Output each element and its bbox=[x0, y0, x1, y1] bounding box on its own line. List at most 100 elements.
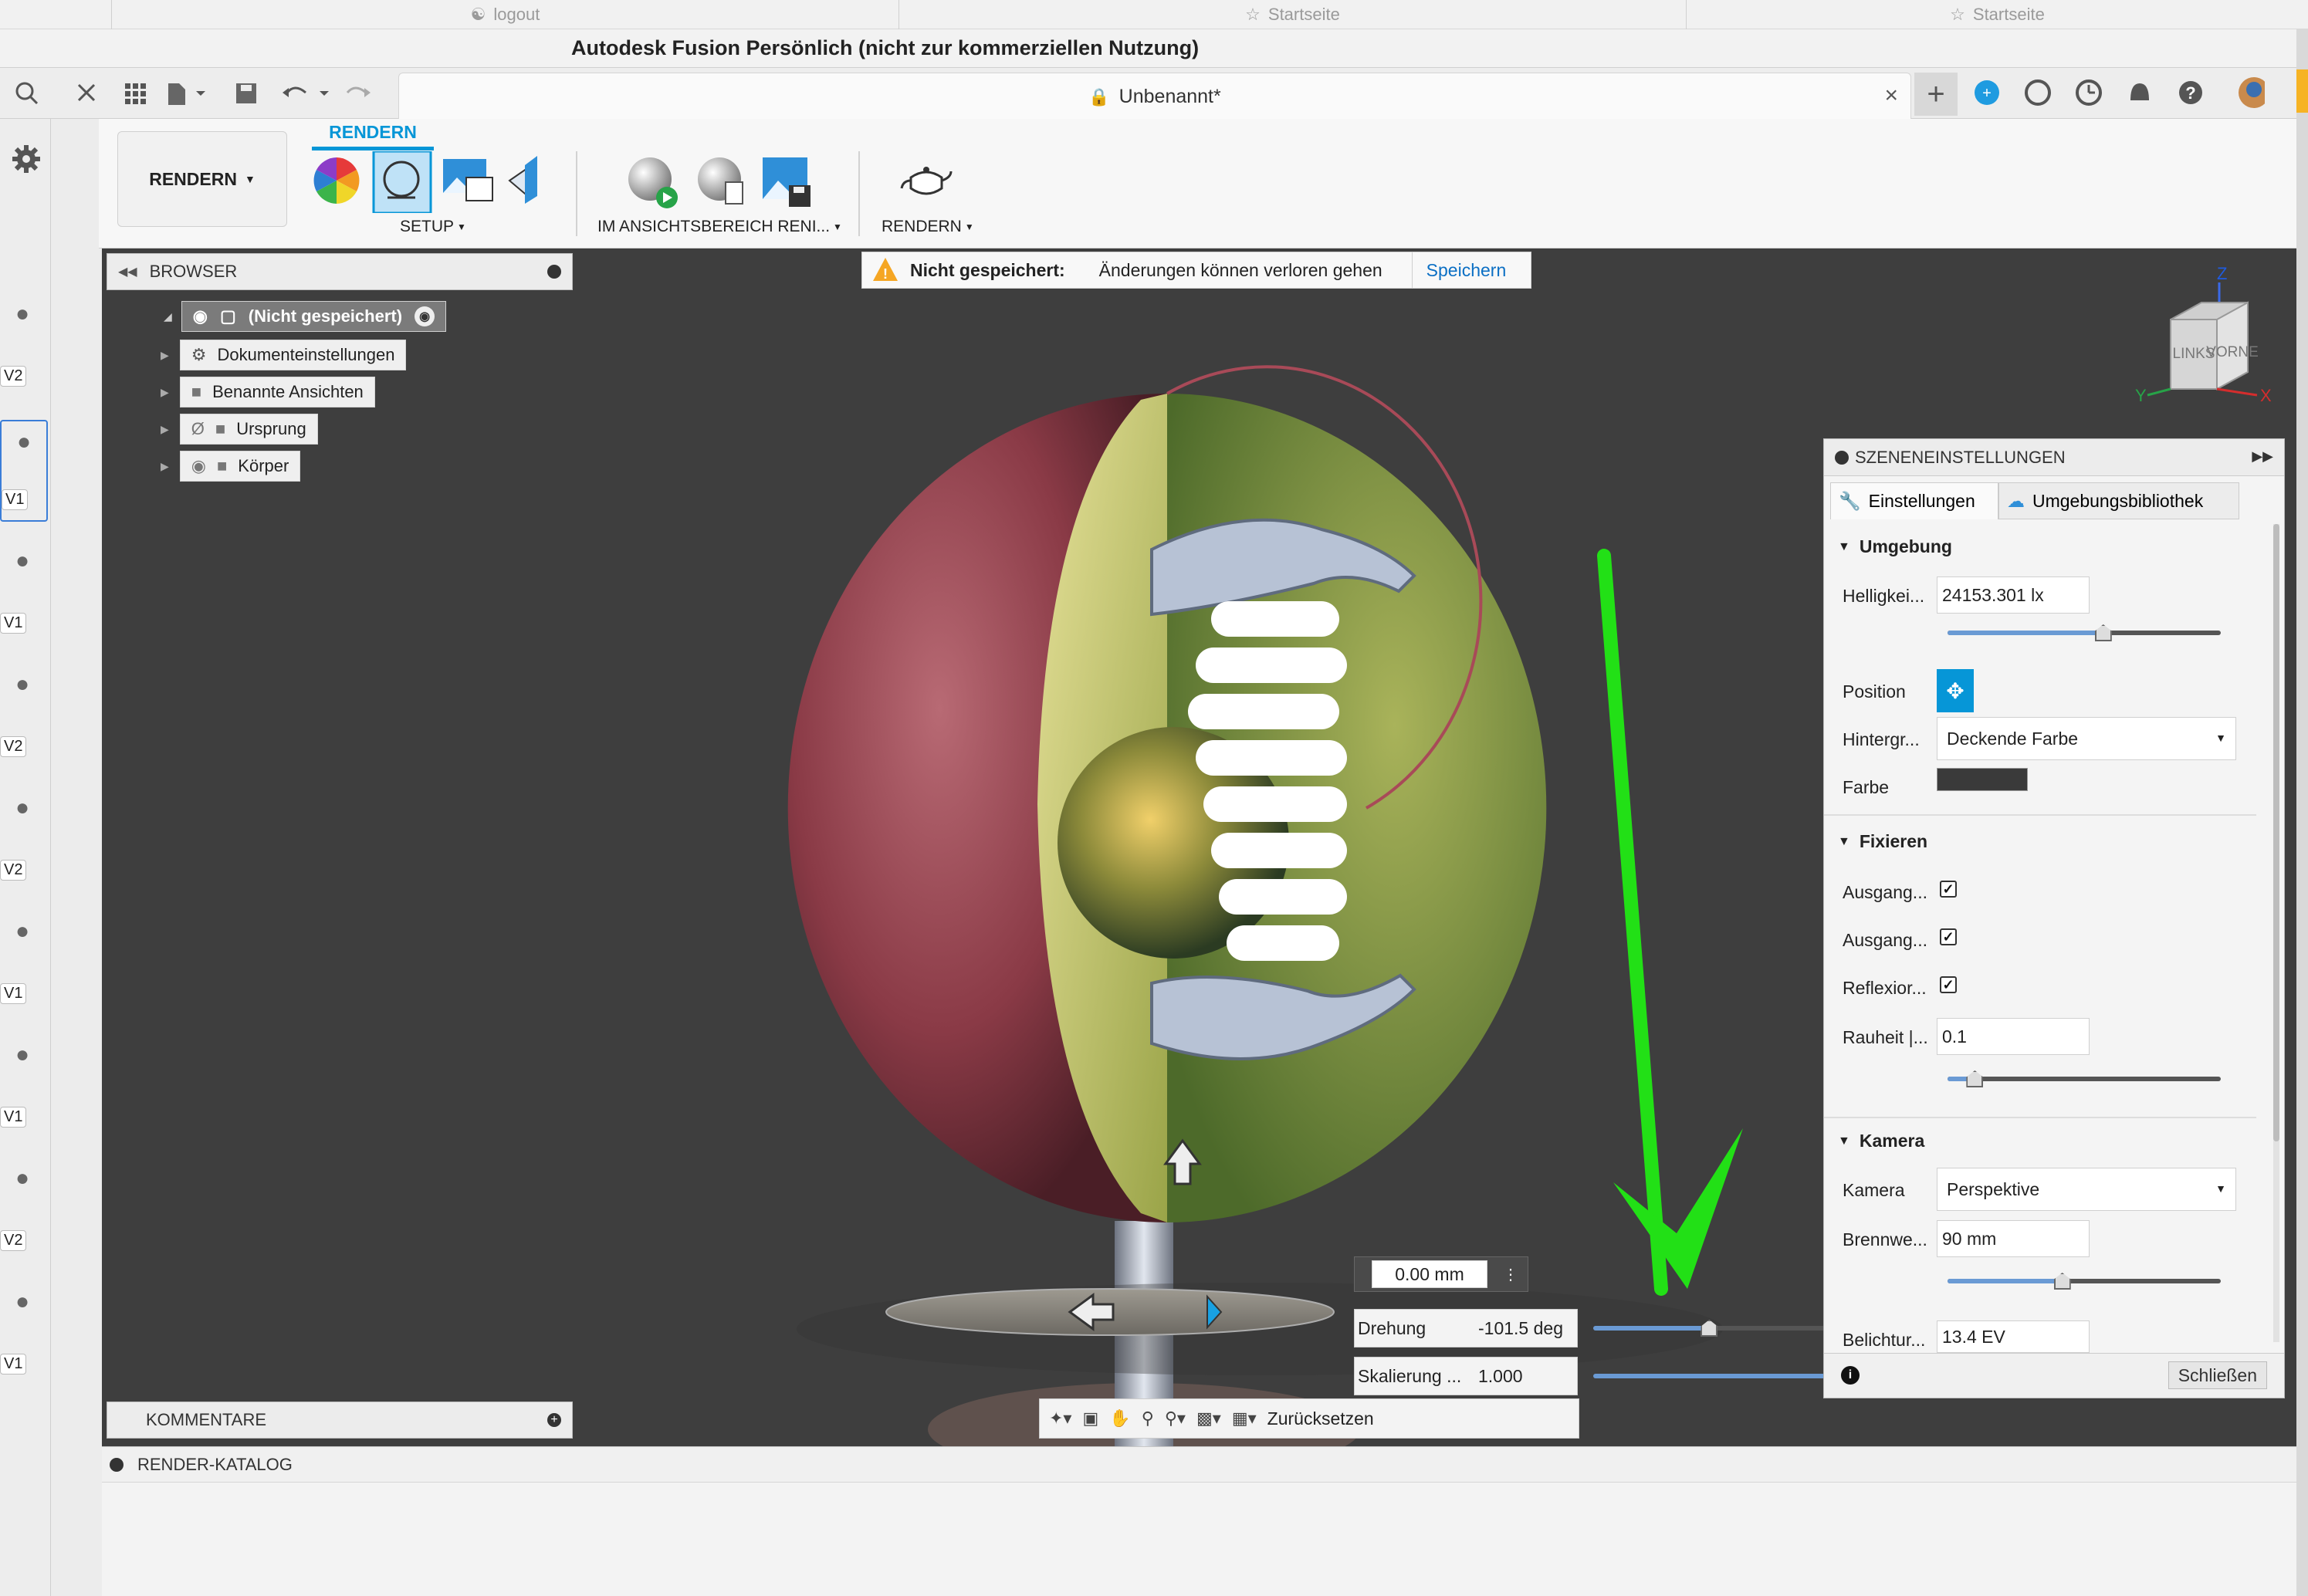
look-at-icon[interactable]: ▣ bbox=[1082, 1408, 1098, 1429]
gear-icon[interactable] bbox=[11, 144, 42, 174]
grid-settings-icon[interactable]: ▦▾ bbox=[1232, 1408, 1257, 1429]
tree-item-document-settings[interactable]: ⚙ Dokumenteinstellungen bbox=[179, 340, 407, 370]
eye-icon[interactable]: ◉ bbox=[193, 306, 208, 326]
collapse-icon[interactable]: ◀◀ bbox=[118, 264, 137, 279]
more-icon[interactable]: ⋮ bbox=[1503, 1265, 1518, 1284]
render-group-label[interactable]: RENDERN ▼ bbox=[882, 218, 990, 236]
tree-row[interactable]: ▶ ⚙ Dokumenteinstellungen bbox=[161, 340, 407, 370]
rotation-slider[interactable] bbox=[1593, 1320, 1840, 1337]
version-item[interactable]: ● V2 bbox=[0, 293, 46, 401]
minimize-icon[interactable] bbox=[547, 265, 561, 279]
browser-root-node[interactable]: ◢ ◉ ▢ (Nicht gespeichert) ◉ bbox=[164, 301, 472, 332]
version-item[interactable]: ● V1 bbox=[0, 911, 46, 1019]
orbit-icon[interactable]: ✦▾ bbox=[1049, 1408, 1071, 1429]
roughness-slider-thumb[interactable] bbox=[1966, 1070, 1984, 1087]
version-item[interactable]: ● V2 bbox=[0, 1158, 46, 1266]
browser-panel-header[interactable]: ◀◀ BROWSER bbox=[107, 253, 573, 290]
save-link[interactable]: Speichern bbox=[1411, 252, 1521, 289]
version-item[interactable]: ● V1 bbox=[0, 540, 46, 648]
camera-select[interactable]: Perspektive ▼ bbox=[1937, 1168, 2236, 1211]
reset-button[interactable]: Zurücksetzen bbox=[1267, 1408, 1374, 1429]
ground-shadow-checkbox[interactable]: ✓ bbox=[1940, 881, 1957, 898]
background-color-swatch[interactable] bbox=[1937, 768, 2028, 791]
expand-icon[interactable]: ▶ bbox=[161, 460, 169, 473]
fit-icon[interactable]: ⚲▾ bbox=[1165, 1408, 1186, 1429]
scene-settings-header[interactable]: SZENENEINSTELLUNGEN ▶▶ bbox=[1824, 439, 2284, 476]
new-tab-button[interactable]: + bbox=[1914, 73, 1958, 116]
scale-slider[interactable] bbox=[1593, 1374, 1840, 1378]
rotation-slider-thumb[interactable] bbox=[1701, 1320, 1718, 1337]
tree-item-bodies[interactable]: ◉ ■ Körper bbox=[179, 451, 301, 482]
scale-value[interactable]: 1.000 bbox=[1478, 1366, 1523, 1387]
tree-item-named-views[interactable]: ■ Benannte Ansichten bbox=[179, 377, 375, 407]
in-canvas-group-label[interactable]: IM ANSICHTSBEREICH RENI... ▼ bbox=[597, 218, 875, 236]
tab-umgebungsbibliothek[interactable]: ☁ Umgebungsbibliothek bbox=[1998, 482, 2239, 519]
scrollbar-track[interactable] bbox=[2273, 524, 2279, 1342]
in-canvas-render-icons[interactable] bbox=[624, 154, 855, 213]
tab-rendern[interactable]: RENDERN bbox=[313, 122, 432, 147]
version-badge[interactable]: V2 bbox=[0, 736, 27, 757]
comments-panel-header[interactable]: KOMMENTARE + bbox=[107, 1402, 573, 1439]
move-position-button[interactable]: ✥ bbox=[1937, 669, 1974, 712]
tree-item-origin[interactable]: Ø ■ Ursprung bbox=[179, 414, 318, 445]
roughness-input[interactable]: 0.1 bbox=[1937, 1018, 2090, 1055]
expand-icon[interactable]: ◢ bbox=[164, 310, 172, 323]
minimize-icon[interactable] bbox=[1835, 450, 1849, 465]
teapot-render-icon[interactable] bbox=[898, 159, 954, 205]
expand-icon[interactable]: ▶ bbox=[161, 349, 169, 362]
expand-icon[interactable]: ▶ bbox=[161, 423, 169, 436]
distance-input[interactable]: 0.00 mm bbox=[1372, 1260, 1487, 1288]
expand-panel-icon[interactable]: ▶▶ bbox=[2252, 448, 2273, 465]
brightness-slider-thumb[interactable] bbox=[2094, 624, 2112, 641]
close-icon[interactable]: × bbox=[1884, 83, 1898, 109]
render-catalog-header[interactable]: RENDER-KATALOG bbox=[102, 1447, 2296, 1483]
expand-icon[interactable]: ▶ bbox=[161, 386, 169, 399]
version-badge[interactable]: V1 bbox=[0, 1354, 27, 1375]
browser-tab[interactable]: ☯ logout bbox=[111, 0, 898, 29]
browser-tab[interactable]: ☆ Startseite bbox=[898, 0, 1686, 29]
roughness-slider[interactable] bbox=[1948, 1070, 2221, 1087]
root-node-label-box[interactable]: ◉ ▢ (Nicht gespeichert) ◉ bbox=[181, 301, 447, 332]
display-settings-icon[interactable]: ▩▾ bbox=[1196, 1408, 1221, 1429]
version-item[interactable]: ● V1 bbox=[0, 1281, 46, 1389]
version-badge[interactable]: V1 bbox=[0, 983, 27, 1004]
focal-length-input[interactable]: 90 mm bbox=[1937, 1220, 2090, 1257]
eye-icon[interactable]: ◉ bbox=[191, 456, 206, 476]
brightness-input[interactable]: 24153.301 lx bbox=[1937, 577, 2090, 614]
workspace-switcher[interactable]: RENDERN ▼ bbox=[117, 131, 287, 227]
version-badge[interactable]: V1 bbox=[0, 1107, 27, 1128]
eye-hidden-icon[interactable]: Ø bbox=[191, 419, 205, 439]
brightness-slider[interactable] bbox=[1948, 624, 2221, 641]
version-badge[interactable]: V2 bbox=[0, 1230, 27, 1251]
version-item[interactable]: ● V1 bbox=[0, 1034, 46, 1142]
expand-plus-icon[interactable]: + bbox=[547, 1413, 561, 1427]
viewcube-front-face[interactable]: VORNE bbox=[2206, 344, 2259, 360]
minimize-icon[interactable] bbox=[110, 1457, 124, 1472]
version-item[interactable]: ● V2 bbox=[0, 787, 46, 895]
document-tab[interactable]: 🔒 Unbenannt* × bbox=[398, 73, 1911, 120]
section-fix[interactable]: ▼ Fixieren bbox=[1838, 831, 1927, 852]
exposure-input[interactable]: 13.4 EV bbox=[1937, 1320, 2090, 1353]
background-select[interactable]: Deckende Farbe ▼ bbox=[1937, 717, 2236, 760]
scrollbar-thumb[interactable] bbox=[2273, 524, 2279, 1141]
section-environment[interactable]: ▼ Umgebung bbox=[1838, 536, 1952, 557]
version-badge[interactable]: V2 bbox=[0, 860, 27, 881]
version-item[interactable]: ● V1 bbox=[0, 420, 48, 522]
tree-row[interactable]: ▶ ■ Benannte Ansichten bbox=[161, 377, 375, 407]
version-badge[interactable]: V1 bbox=[0, 613, 27, 634]
tree-row[interactable]: ▶ Ø ■ Ursprung bbox=[161, 414, 318, 445]
focal-length-slider[interactable] bbox=[1948, 1273, 2221, 1290]
info-icon[interactable]: i bbox=[1841, 1366, 1860, 1385]
app-bar-buttons[interactable] bbox=[0, 74, 386, 113]
zoom-icon[interactable]: ⚲ bbox=[1142, 1408, 1154, 1429]
focal-length-slider-thumb[interactable] bbox=[2053, 1273, 2071, 1290]
version-badge[interactable]: V1 bbox=[2, 489, 29, 510]
viewcube[interactable]: Z LINKS VORNE Y X bbox=[2124, 265, 2279, 404]
version-badge[interactable]: V2 bbox=[0, 366, 27, 387]
version-item[interactable]: ● V2 bbox=[0, 664, 46, 772]
activate-radio-icon[interactable]: ◉ bbox=[415, 306, 435, 326]
header-right-icons[interactable]: + ? bbox=[1971, 77, 2265, 111]
section-camera[interactable]: ▼ Kamera bbox=[1838, 1131, 1924, 1151]
browser-tab[interactable]: ☆ Startseite bbox=[1686, 0, 2308, 29]
ground-reflection-checkbox[interactable]: ✓ bbox=[1940, 928, 1957, 945]
